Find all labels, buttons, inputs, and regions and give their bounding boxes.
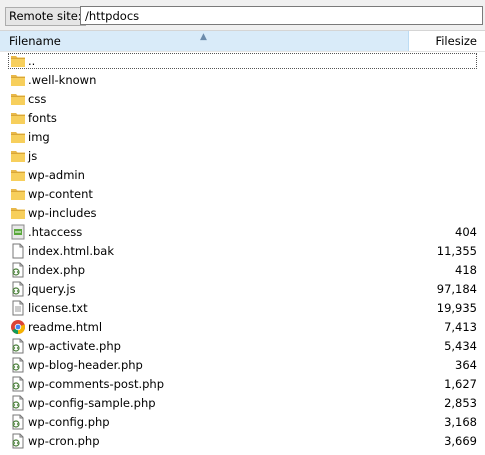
file-name: wp-admin (28, 168, 85, 182)
folder-icon (10, 110, 26, 126)
file-size: 19,935 (436, 301, 477, 315)
file-row[interactable]: jquery.js 97,184 (0, 280, 485, 299)
file-name: wp-cron.php (28, 434, 100, 448)
folder-icon (10, 205, 26, 221)
file-row[interactable]: index.php 418 (0, 261, 485, 280)
script-file-icon (10, 338, 26, 354)
folder-row[interactable]: js (0, 147, 485, 166)
folder-icon (10, 167, 26, 183)
remote-path-input[interactable]: /httpdocs (80, 6, 483, 25)
file-size: 1,627 (444, 377, 477, 391)
file-size: 11,355 (436, 244, 477, 258)
file-name: jquery.js (28, 282, 76, 296)
script-file-icon (10, 281, 26, 297)
folder-row[interactable]: wp-admin (0, 166, 485, 185)
folder-icon (10, 91, 26, 107)
folder-row[interactable]: img (0, 128, 485, 147)
file-row[interactable]: index.html.bak 11,355 (0, 242, 485, 261)
folder-icon (10, 186, 26, 202)
file-name: index.php (28, 263, 86, 277)
file-row[interactable]: wp-cron.php 3,669 (0, 432, 485, 451)
file-size: 3,669 (444, 434, 477, 448)
file-size: 7,413 (444, 320, 477, 334)
file-name: license.txt (28, 301, 88, 315)
remote-site-bar: Remote site: /httpdocs (0, 0, 485, 30)
folder-row[interactable]: fonts (0, 109, 485, 128)
file-name: .. (28, 54, 36, 68)
column-header-filesize[interactable]: Filesize (410, 31, 485, 51)
file-row[interactable]: wp-activate.php 5,434 (0, 337, 485, 356)
file-size: 5,434 (444, 339, 477, 353)
script-file-icon (10, 262, 26, 278)
file-name: wp-content (28, 187, 93, 201)
file-row[interactable]: license.txt 19,935 (0, 299, 485, 318)
file-name: wp-blog-header.php (28, 358, 143, 372)
file-name: wp-config.php (28, 415, 110, 429)
htaccess-file-icon (10, 224, 26, 240)
folder-icon (10, 72, 26, 88)
text-file-icon (10, 300, 26, 316)
file-row[interactable]: .htaccess 404 (0, 223, 485, 242)
blank-file-icon (10, 243, 26, 259)
script-file-icon (10, 433, 26, 449)
file-size: 2,853 (444, 396, 477, 410)
remote-site-label: Remote site: (5, 7, 86, 26)
folder-row[interactable]: css (0, 90, 485, 109)
file-name: .well-known (28, 73, 97, 87)
sort-ascending-icon: ▲ (200, 32, 207, 42)
file-row[interactable]: wp-config.php 3,168 (0, 413, 485, 432)
script-file-icon (10, 376, 26, 392)
file-row[interactable]: wp-comments-post.php 1,627 (0, 375, 485, 394)
folder-row[interactable]: wp-includes (0, 204, 485, 223)
file-row[interactable]: readme.html 7,413 (0, 318, 485, 337)
file-name: fonts (28, 111, 57, 125)
folder-row[interactable]: .. (0, 52, 485, 71)
file-size: 404 (455, 225, 477, 239)
folder-icon (10, 53, 26, 69)
focus-rectangle (8, 53, 477, 69)
column-header-filename-label: Filename (9, 34, 61, 48)
file-size: 418 (455, 263, 477, 277)
column-header-filename[interactable]: ▲ Filename (0, 31, 409, 51)
folder-icon (10, 129, 26, 145)
remote-file-list[interactable]: .. .well-known css fonts img js wp-admin wp-con… (0, 52, 485, 451)
file-row[interactable]: wp-config-sample.php 2,853 (0, 394, 485, 413)
folder-icon (10, 148, 26, 164)
file-name: wp-comments-post.php (28, 377, 165, 391)
file-name: wp-config-sample.php (28, 396, 156, 410)
file-name: img (28, 130, 50, 144)
folder-row[interactable]: wp-content (0, 185, 485, 204)
script-file-icon (10, 414, 26, 430)
script-file-icon (10, 395, 26, 411)
file-size: 97,184 (436, 282, 477, 296)
file-size: 3,168 (444, 415, 477, 429)
file-list-header: ▲ Filename Filesize (0, 30, 485, 52)
file-name: readme.html (28, 320, 103, 334)
file-name: index.html.bak (28, 244, 114, 258)
file-name: wp-activate.php (28, 339, 121, 353)
file-name: wp-includes (28, 206, 97, 220)
file-name: css (28, 92, 47, 106)
script-file-icon (10, 357, 26, 373)
file-row[interactable]: wp-blog-header.php 364 (0, 356, 485, 375)
folder-row[interactable]: .well-known (0, 71, 485, 90)
file-size: 364 (455, 358, 477, 372)
chrome-html-file-icon (10, 319, 26, 335)
file-name: js (28, 149, 38, 163)
file-name: .htaccess (28, 225, 83, 239)
